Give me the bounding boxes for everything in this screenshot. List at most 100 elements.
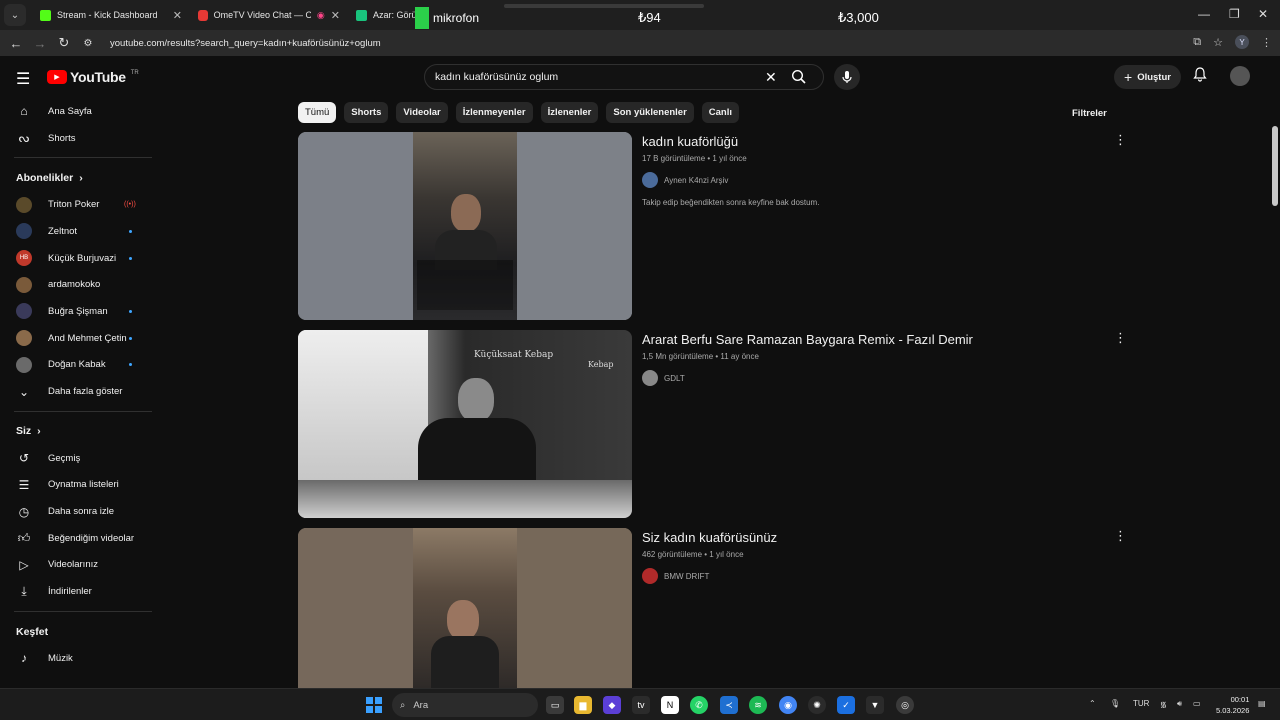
browser-tab-kick[interactable]: Stream - Kick Dashboard ✕ (32, 0, 190, 30)
back-icon[interactable]: ← (4, 36, 28, 51)
site-info-icon[interactable]: ⚙ (76, 38, 100, 49)
restore-icon[interactable]: ❐ (1229, 7, 1240, 21)
sidebar-item-sub-triton-poker[interactable]: Triton Poker ((•)) (0, 191, 160, 218)
channel-row[interactable]: BMW DRIFT (642, 568, 1102, 584)
spotify-icon[interactable]: ≋ (749, 696, 767, 714)
chip-unwatched[interactable]: İzlenmeyenler (455, 102, 533, 123)
sidebar-item-music[interactable]: ♪ Müzik (0, 645, 160, 672)
file-explorer-icon[interactable]: ▆ (574, 696, 592, 714)
filters-button[interactable]: Filtreler (1072, 108, 1107, 119)
more-options-icon[interactable]: ⋮ (1114, 330, 1127, 346)
chip-recently-uploaded[interactable]: Son yüklenenler (606, 102, 694, 123)
wifi-icon[interactable]: ᯾ (1160, 699, 1167, 710)
channel-row[interactable]: Aynen K4nzi Arşiv (642, 172, 1102, 188)
install-app-icon[interactable]: ⧉ (1193, 36, 1201, 49)
video-title[interactable]: kadın kuaförlüğü (642, 134, 1102, 149)
sidebar-item-label: Shorts (48, 132, 76, 144)
chatgpt-icon[interactable]: ✺ (808, 696, 826, 714)
you-heading[interactable]: Siz › (0, 418, 160, 445)
sidebar-item-sub-kucuk-burjuvazi[interactable]: HB Küçük Burjuvazi (0, 245, 160, 272)
sidebar-item-history[interactable]: ↺ Geçmiş (0, 445, 160, 472)
page-scrollbar[interactable] (1270, 56, 1280, 688)
video-title[interactable]: Siz kadın kuaförüsünüz (642, 530, 1102, 545)
chip-live[interactable]: Canlı (701, 102, 740, 123)
channel-avatar (16, 356, 32, 373)
search-input[interactable] (435, 71, 755, 83)
video-thumbnail[interactable] (298, 132, 632, 320)
sidebar-item-sub-bugra-sisman[interactable]: Buğra Şişman (0, 298, 160, 325)
sidebar-item-playlists[interactable]: ☰ Oynatma listeleri (0, 472, 160, 499)
browser-tab-ometv[interactable]: OmeTV Video Chat — Ome ◉ ✕ (190, 0, 348, 30)
sidebar-item-liked-videos[interactable]: 👍︎ Beğendiğim videolar (0, 525, 160, 552)
chip-all[interactable]: Tümü (298, 102, 337, 123)
minimize-icon[interactable]: — (1198, 7, 1210, 21)
clear-search-icon[interactable]: ✕ (765, 69, 777, 86)
chip-videos[interactable]: Videolar (396, 102, 448, 123)
windows-start-icon[interactable] (366, 697, 382, 713)
obs-icon[interactable]: ◎ (896, 696, 914, 714)
taskbar-clock[interactable]: 00:01 5.03.2026 (1216, 694, 1249, 716)
forward-icon[interactable]: → (28, 36, 52, 51)
chrome-icon[interactable]: ◉ (779, 696, 797, 714)
more-options-icon[interactable]: ⋮ (1114, 132, 1127, 148)
apple-tv-icon[interactable]: tv (632, 696, 650, 714)
taskbar-search[interactable]: ⌕ Ara (392, 693, 538, 717)
tab-title: OmeTV Video Chat — Ome (213, 10, 311, 20)
volume-icon[interactable]: 🔊︎ (1177, 699, 1182, 709)
subscriptions-heading[interactable]: Abonelikler › (0, 164, 160, 191)
sidebar-item-sub-dogan-kabak[interactable]: Doğan Kabak (0, 352, 160, 379)
task-view-icon[interactable]: ▭ (546, 696, 564, 714)
whatsapp-icon[interactable]: ✆ (690, 696, 708, 714)
create-button[interactable]: + Oluştur (1114, 65, 1181, 89)
sidebar-item-sub-and-mehmet-cetin[interactable]: And Mehmet Çetin (0, 325, 160, 352)
tab-search-chevron-icon[interactable]: ⌄ (4, 4, 26, 26)
close-tab-icon[interactable]: ✕ (331, 9, 340, 22)
sidebar-item-home[interactable]: ⌂ Ana Sayfa (0, 98, 160, 125)
bookmark-star-icon[interactable]: ☆ (1213, 36, 1223, 49)
url-field[interactable]: youtube.com/results?search_query=kadın+k… (110, 38, 381, 49)
obsidian-icon[interactable]: ◆ (603, 696, 621, 714)
sidebar-item-sub-ardamokoko[interactable]: ardamokoko (0, 271, 160, 298)
browser-menu-icon[interactable]: ⋮ (1261, 36, 1272, 49)
search-icon[interactable] (791, 69, 807, 88)
close-window-icon[interactable]: ✕ (1258, 7, 1268, 21)
voice-search-button[interactable] (834, 64, 860, 90)
vscode-icon[interactable]: ≺ (720, 696, 738, 714)
sidebar-item-label: Buğra Şişman (48, 305, 108, 317)
tray-microphone-icon[interactable]: 🎙︎ (1110, 699, 1120, 708)
browser-profile-avatar[interactable]: Y (1235, 35, 1249, 49)
channel-row[interactable]: GDLT (642, 370, 1102, 386)
new-content-dot (129, 363, 132, 367)
sidebar-item-downloads[interactable]: ⤓ İndirilenler (0, 578, 160, 605)
app-icon[interactable]: ▼ (866, 696, 884, 714)
sidebar-item-sub-zeltnot[interactable]: Zeltnot (0, 218, 160, 245)
sidebar-item-your-videos[interactable]: ▷ Videolarınız (0, 552, 160, 579)
scrollbar-thumb[interactable] (1272, 126, 1278, 206)
shorts-icon: ᔓ (18, 131, 30, 146)
sidebar-show-more[interactable]: ⌄ Daha fazla göster (0, 378, 160, 405)
battery-icon[interactable]: ▭ (1193, 699, 1201, 708)
channel-avatar (16, 223, 32, 240)
sidebar-item-watch-later[interactable]: ◷ Daha sonra izle (0, 498, 160, 525)
video-thumbnail[interactable]: Küçüksaat Kebap Kebap (298, 330, 632, 518)
youtube-logo[interactable]: ▶ YouTube TR (47, 69, 139, 85)
language-indicator[interactable]: TUR (1133, 699, 1149, 708)
video-title[interactable]: Ararat Berfu Sare Ramazan Baygara Remix … (642, 332, 1102, 347)
notification-center-icon[interactable]: ▤ (1258, 699, 1266, 708)
tray-overflow-icon[interactable]: ⌃ (1089, 699, 1096, 708)
more-options-icon[interactable]: ⋮ (1114, 528, 1127, 544)
reload-icon[interactable]: ↻ (52, 35, 76, 51)
chip-shorts[interactable]: Shorts (344, 102, 389, 123)
notifications-bell-icon[interactable] (1193, 67, 1207, 85)
video-thumbnail[interactable] (298, 528, 632, 688)
home-icon: ⌂ (20, 104, 28, 119)
chip-watched[interactable]: İzlenenler (540, 102, 599, 123)
sidebar-item-shorts[interactable]: ᔓ Shorts (0, 125, 160, 152)
hamburger-menu-icon[interactable]: ☰ (16, 69, 30, 89)
thumbnail-blur-left (298, 132, 413, 320)
thumbnail-table (298, 480, 632, 518)
notion-icon[interactable]: N (661, 696, 679, 714)
todo-icon[interactable]: ✓ (837, 696, 855, 714)
close-tab-icon[interactable]: ✕ (173, 9, 182, 22)
account-avatar[interactable] (1230, 66, 1250, 86)
